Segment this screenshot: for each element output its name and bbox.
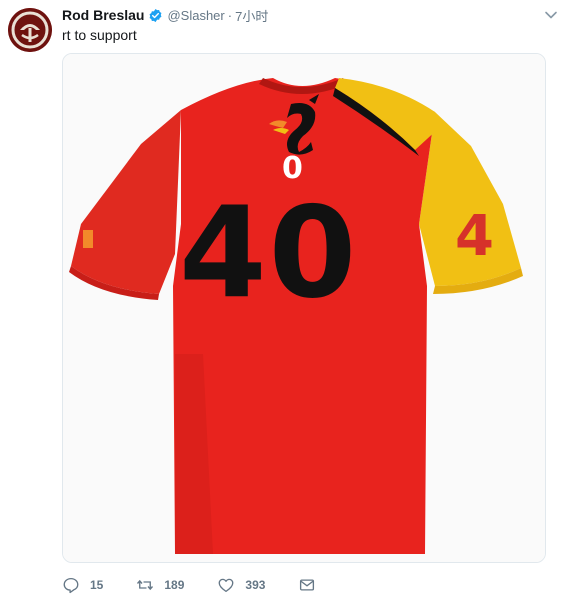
tweet-actions: 15 189 393 [62, 574, 349, 596]
envelope-icon [300, 579, 315, 591]
retweet-count: 189 [164, 578, 185, 592]
reply-icon [63, 577, 79, 594]
direct-message-button[interactable] [298, 576, 316, 594]
sleeve-number: 4 [455, 204, 494, 269]
user-handle[interactable]: @Slasher [167, 8, 224, 23]
tweet-media[interactable]: 0 40 4 [62, 53, 546, 563]
jersey-big-number: 40 [179, 179, 359, 326]
like-button[interactable]: 393 [217, 576, 265, 594]
like-count: 393 [245, 578, 266, 592]
retweet-button[interactable]: 189 [136, 576, 184, 594]
avatar-logo-icon [8, 8, 52, 52]
chevron-down-icon[interactable] [544, 8, 558, 22]
tweet-card: Rod Breslau @Slasher · 7小时 rt to support [0, 0, 570, 599]
reply-button[interactable]: 15 [62, 576, 103, 594]
heart-icon [218, 578, 234, 593]
verified-badge-icon [150, 8, 162, 22]
tweet-header: Rod Breslau @Slasher · 7小时 [62, 6, 268, 24]
separator-dot: · [227, 7, 233, 23]
tweet-time[interactable]: 7小时 [235, 6, 268, 25]
sleeve-patch [83, 230, 93, 248]
retweet-icon [137, 579, 154, 591]
tweet-text: rt to support [62, 27, 137, 43]
display-name[interactable]: Rod Breslau [62, 7, 144, 23]
reply-count: 15 [90, 578, 104, 592]
avatar[interactable] [8, 8, 52, 52]
